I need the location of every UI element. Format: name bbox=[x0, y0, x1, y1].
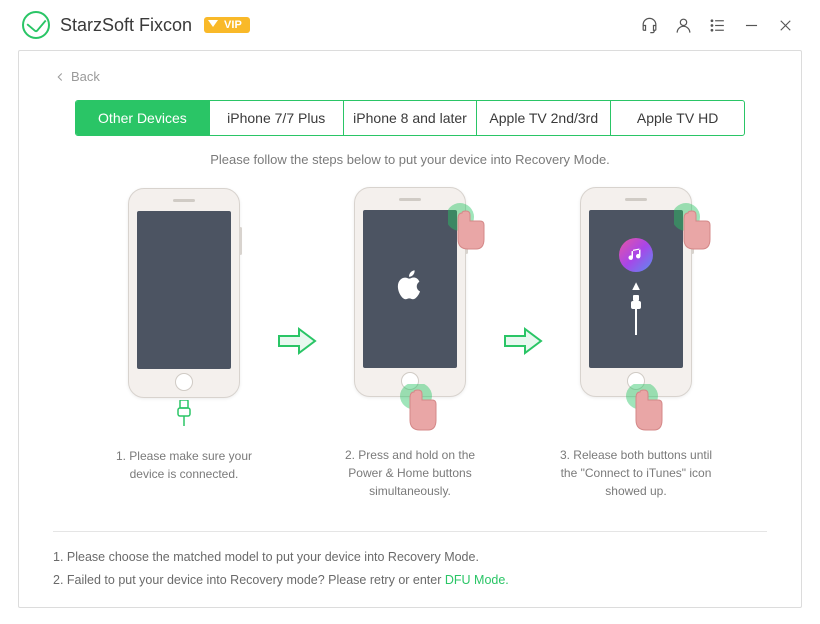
hand-power-icon bbox=[674, 203, 716, 253]
tab-appletv-hd[interactable]: Apple TV HD bbox=[611, 101, 744, 135]
step-2-caption: 2. Press and hold on the Power & Home bu… bbox=[325, 446, 495, 500]
back-label: Back bbox=[71, 69, 100, 84]
title-bar: StarzSoft Fixcon VIP bbox=[0, 0, 820, 50]
arrow-icon bbox=[503, 326, 543, 361]
steps-row: 1. Please make sure your device is conne… bbox=[53, 187, 767, 500]
phone-illustration-2 bbox=[350, 187, 470, 412]
content-frame: Back Other Devices iPhone 7/7 Plus iPhon… bbox=[18, 50, 802, 608]
step-2: 2. Press and hold on the Power & Home bu… bbox=[325, 187, 495, 500]
step-1-caption: 1. Please make sure your device is conne… bbox=[99, 447, 269, 499]
hand-power-icon bbox=[448, 203, 490, 253]
footer-line-2: 2. Failed to put your device into Recove… bbox=[53, 569, 767, 592]
hand-home-icon bbox=[624, 384, 666, 434]
device-tabs: Other Devices iPhone 7/7 Plus iPhone 8 a… bbox=[75, 100, 745, 136]
tab-iphone7[interactable]: iPhone 7/7 Plus bbox=[210, 101, 344, 135]
footer-line-1: 1. Please choose the matched model to pu… bbox=[53, 546, 767, 569]
tab-iphone8[interactable]: iPhone 8 and later bbox=[344, 101, 478, 135]
back-button[interactable]: Back bbox=[53, 69, 767, 84]
apple-logo-icon bbox=[395, 269, 425, 310]
arrow-icon bbox=[277, 326, 317, 361]
itunes-icon bbox=[619, 238, 653, 272]
step-3-caption: 3. Release both buttons until the "Conne… bbox=[551, 446, 721, 500]
phone-illustration-3: ▲ bbox=[576, 187, 696, 412]
close-icon[interactable] bbox=[771, 11, 799, 39]
vip-badge: VIP bbox=[204, 17, 250, 33]
dfu-mode-link[interactable]: DFU Mode. bbox=[445, 573, 509, 587]
up-arrow-icon: ▲ bbox=[630, 278, 643, 293]
app-name: StarzSoft Fixcon bbox=[60, 15, 192, 36]
menu-icon[interactable] bbox=[703, 11, 731, 39]
phone-illustration-1 bbox=[124, 188, 244, 413]
cable-white-icon bbox=[630, 295, 642, 340]
minimize-icon[interactable] bbox=[737, 11, 765, 39]
footer-notes: 1. Please choose the matched model to pu… bbox=[53, 531, 767, 591]
tab-appletv-2-3[interactable]: Apple TV 2nd/3rd bbox=[477, 101, 611, 135]
account-icon[interactable] bbox=[669, 11, 697, 39]
cable-icon bbox=[175, 400, 193, 431]
step-1: 1. Please make sure your device is conne… bbox=[99, 188, 269, 499]
tab-other-devices[interactable]: Other Devices bbox=[76, 101, 210, 135]
app-logo-icon bbox=[22, 11, 50, 39]
support-icon[interactable] bbox=[635, 11, 663, 39]
step-3: ▲ 3. Release both buttons until the "Con… bbox=[551, 187, 721, 500]
hand-home-icon bbox=[398, 384, 440, 434]
instruction-text: Please follow the steps below to put you… bbox=[53, 152, 767, 167]
